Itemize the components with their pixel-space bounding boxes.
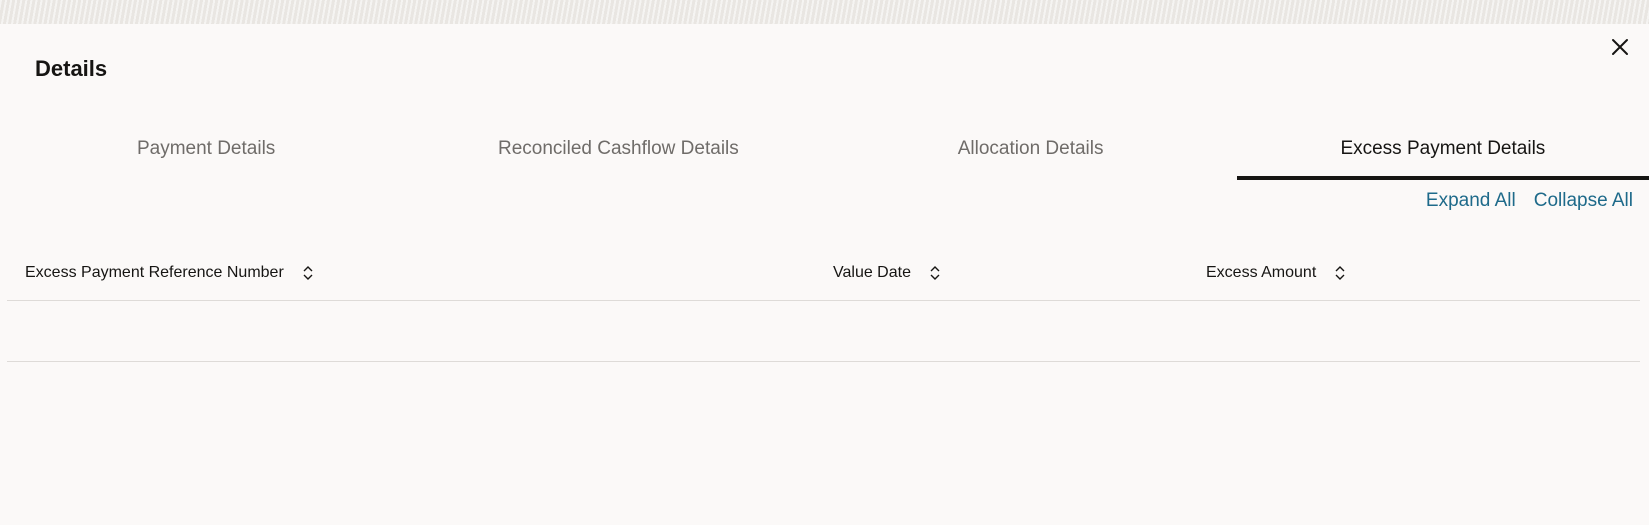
- tab-payment-details[interactable]: Payment Details: [0, 124, 412, 180]
- column-header-label: Excess Payment Reference Number: [25, 263, 284, 281]
- table-header: Excess Payment Reference Number Value Da…: [7, 244, 1640, 301]
- column-header-label: Excess Amount: [1206, 263, 1317, 281]
- sort-icon[interactable]: [1334, 265, 1346, 281]
- sort-icon[interactable]: [302, 265, 314, 281]
- table-body-empty: [7, 301, 1640, 362]
- tab-excess-payment-details[interactable]: Excess Payment Details: [1236, 124, 1649, 180]
- excess-payment-table: Excess Payment Reference Number Value Da…: [7, 244, 1640, 362]
- details-dialog: Details Payment Details Reconciled Cashf…: [0, 24, 1649, 525]
- sort-icon[interactable]: [929, 265, 941, 281]
- column-header-value-date[interactable]: Value Date: [833, 244, 941, 301]
- column-header-label: Value Date: [833, 263, 911, 281]
- dialog-title: Details: [35, 56, 108, 81]
- tab-bar: Payment Details Reconciled Cashflow Deta…: [0, 124, 1649, 180]
- tab-reconciled-cashflow-details[interactable]: Reconciled Cashflow Details: [412, 124, 824, 180]
- close-button[interactable]: [1605, 32, 1635, 62]
- column-header-excess-amount[interactable]: Excess Amount: [1206, 244, 1346, 301]
- expand-collapse-controls: Expand All Collapse All: [1426, 190, 1633, 212]
- tab-allocation-details[interactable]: Allocation Details: [825, 124, 1237, 180]
- column-header-reference-number[interactable]: Excess Payment Reference Number: [25, 244, 314, 301]
- close-icon: [1612, 39, 1628, 55]
- background-strip: [0, 0, 1649, 24]
- expand-all-link[interactable]: Expand All: [1426, 190, 1516, 212]
- collapse-all-link[interactable]: Collapse All: [1534, 190, 1633, 212]
